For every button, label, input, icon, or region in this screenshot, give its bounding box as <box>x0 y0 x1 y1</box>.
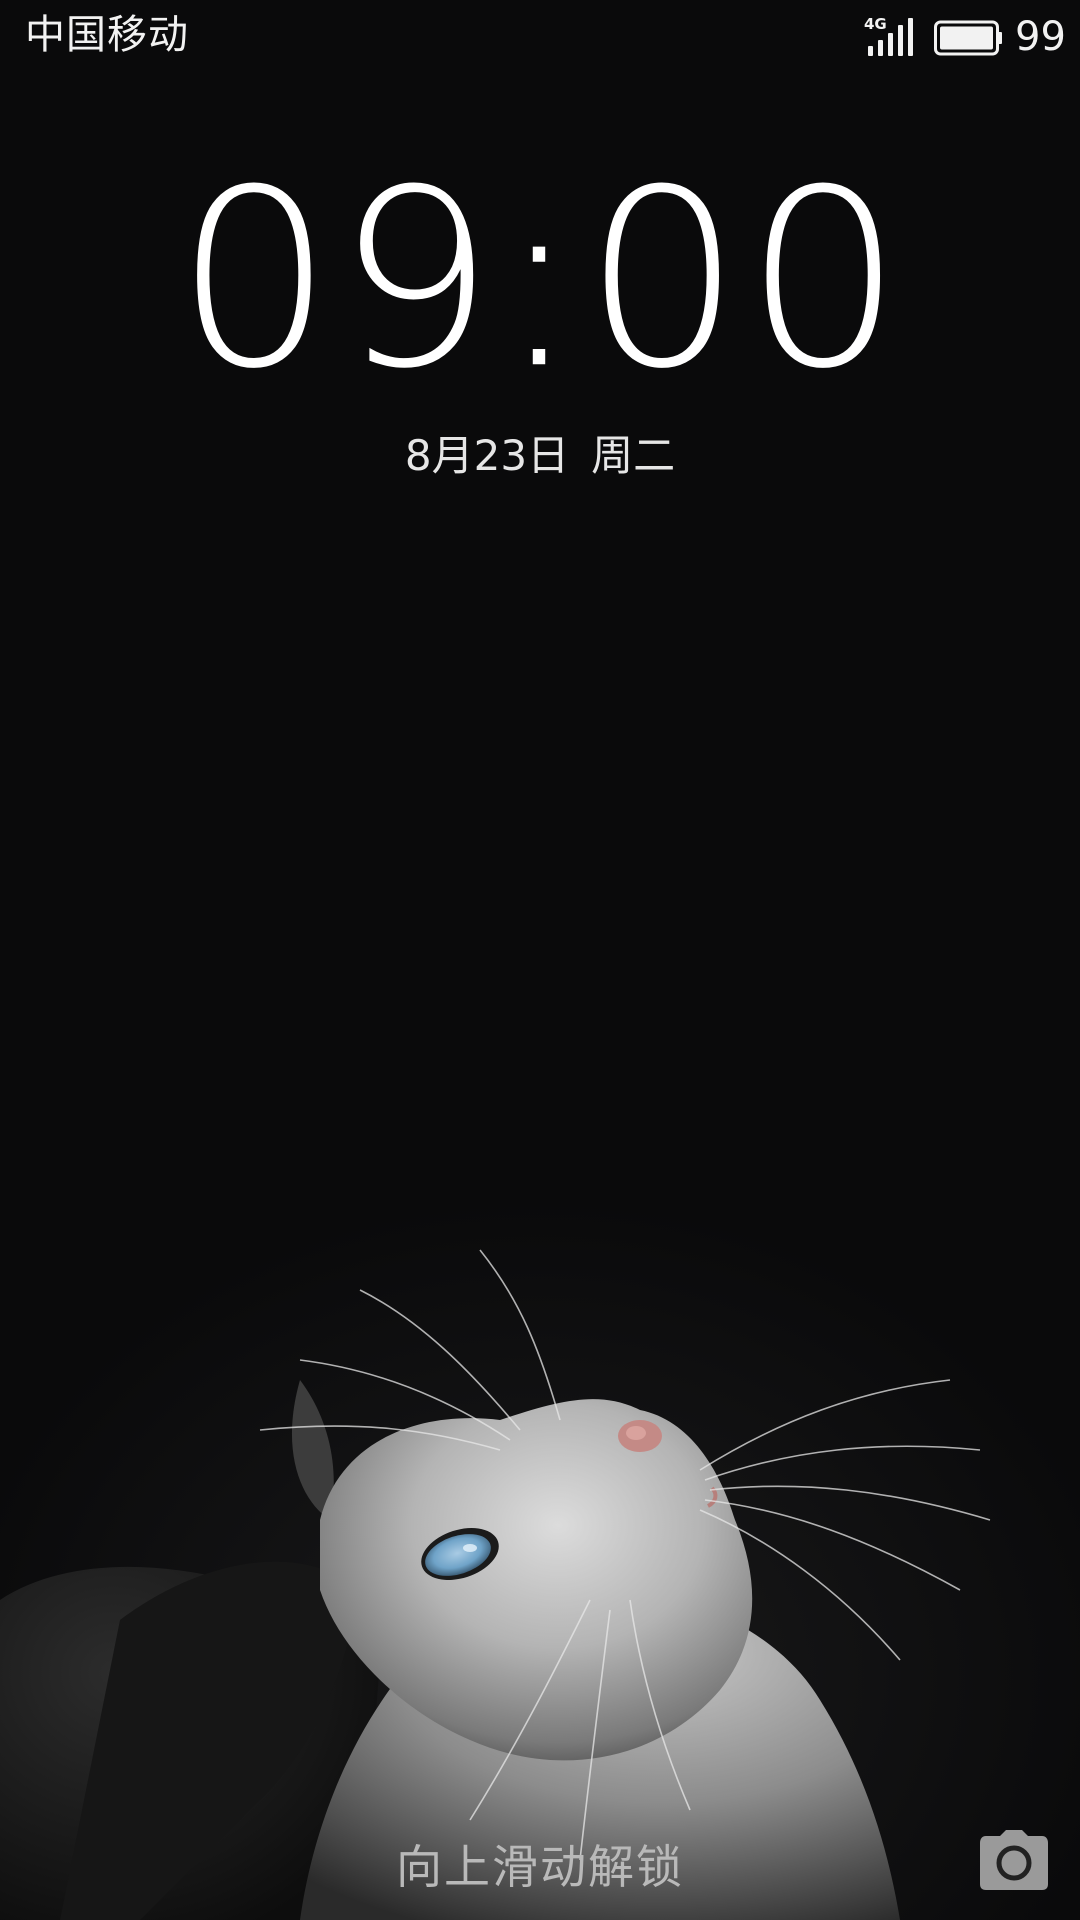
swipe-up-unlock-hint[interactable]: 向上滑动解锁 <box>0 1838 1080 1896</box>
camera-shortcut-button[interactable] <box>978 1830 1050 1892</box>
lock-screen[interactable]: 中国移动 4G 99 09:00 8月23日 周二 向上滑动解锁 <box>0 0 1080 1920</box>
status-bar: 中国移动 4G 99 <box>0 0 1080 74</box>
carrier-name: 中国移动 <box>25 12 189 58</box>
date-label: 8月23日 <box>404 431 570 480</box>
battery-icon <box>934 20 1004 56</box>
camera-icon <box>980 1830 1048 1890</box>
date-display: 8月23日 周二 <box>0 428 1080 484</box>
battery-percentage: 99 <box>1015 14 1066 60</box>
weekday-label: 周二 <box>591 431 676 480</box>
clock-time: 09:00 <box>174 136 906 423</box>
cellular-signal-icon: 4G <box>862 16 918 60</box>
